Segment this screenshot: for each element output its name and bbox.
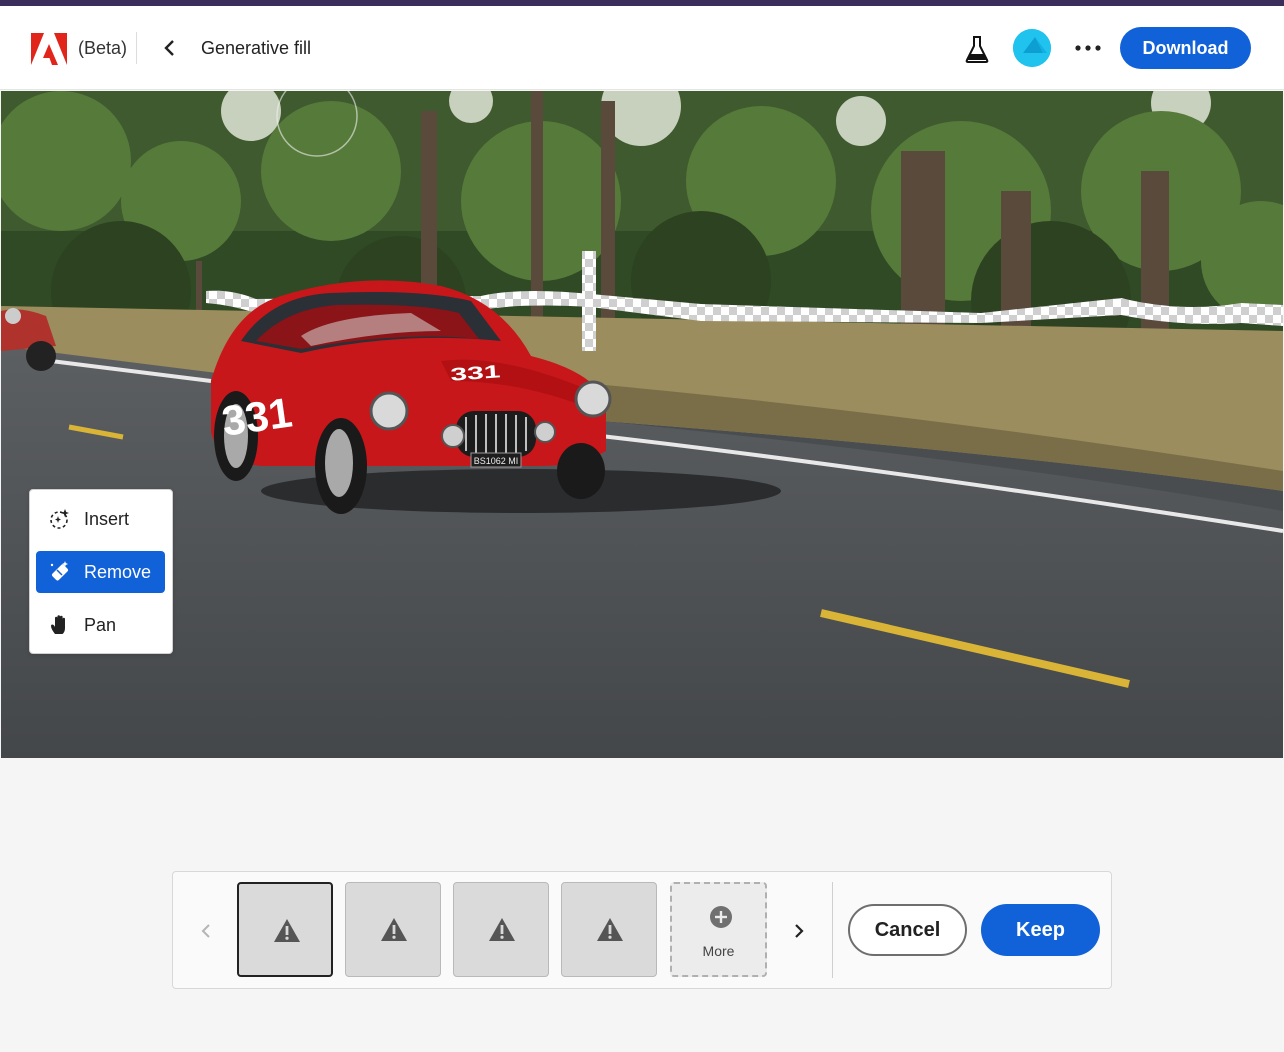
warning-icon (381, 918, 407, 941)
download-button[interactable]: Download (1120, 27, 1251, 69)
car-number-hood: 331 (450, 362, 502, 385)
avatar-graphic (1013, 29, 1051, 67)
beta-label: (Beta) (78, 38, 128, 58)
keep-button[interactable]: Keep (981, 904, 1100, 956)
chevron-left-icon[interactable] (197, 920, 215, 942)
hand-icon (51, 615, 65, 634)
chevron-right-icon[interactable] (790, 920, 808, 942)
plus-circle-icon (710, 906, 732, 928)
car-number-side: 331 (219, 388, 295, 444)
tool-remove-label: Remove (84, 561, 152, 582)
variation-thumb-2[interactable] (345, 882, 441, 977)
avatar[interactable] (1013, 29, 1051, 67)
remove-eraser-icon (50, 561, 69, 581)
warning-icon (597, 918, 623, 941)
header-divider (136, 32, 137, 64)
insert-sparkle-icon (50, 509, 69, 529)
flask-icon[interactable] (964, 35, 990, 63)
tool-pan[interactable]: Pan (36, 604, 165, 646)
tool-pan-label: Pan (84, 614, 117, 635)
more-icon[interactable] (1073, 34, 1103, 62)
app-header: (Beta) Generative fill Download (0, 6, 1284, 90)
variation-thumb-4[interactable] (561, 882, 657, 977)
page-title: Generative fill (201, 38, 312, 58)
license-plate: BS1062 MI (474, 456, 519, 466)
more-variations-button[interactable]: More (670, 882, 767, 977)
variations-bar: More Cancel Keep (172, 871, 1112, 989)
image-canvas[interactable]: BS1062 MI 331 331 (1, 91, 1283, 758)
adobe-logo[interactable] (31, 33, 67, 65)
warning-icon (489, 918, 515, 941)
tool-remove[interactable]: Remove (36, 551, 165, 593)
variation-thumb-1[interactable] (237, 882, 333, 977)
photo-render: BS1062 MI 331 331 (1, 91, 1283, 758)
tool-insert-label: Insert (84, 508, 130, 529)
chevron-left-icon[interactable] (158, 36, 182, 60)
warning-icon (274, 919, 300, 942)
tool-panel: Insert Remove Pan (29, 489, 173, 654)
more-label: More (702, 943, 735, 959)
bar-divider (832, 882, 833, 978)
variation-thumb-3[interactable] (453, 882, 549, 977)
tool-insert[interactable]: Insert (36, 498, 165, 540)
cancel-button[interactable]: Cancel (848, 904, 967, 956)
